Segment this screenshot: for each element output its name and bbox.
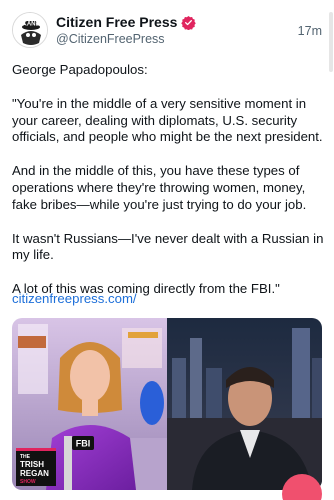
show-logo-line: SHOW	[20, 479, 36, 485]
display-name[interactable]: Citizen Free Press	[56, 14, 177, 30]
fbi-badge: FBI	[72, 436, 94, 450]
post-paragraph: "You're in the middle of a very sensitiv…	[12, 95, 323, 145]
post-card[interactable]: KANE Citizen Free Press @CitizenFreePres…	[0, 0, 334, 500]
post-paragraph: George Papadopoulos:	[12, 62, 148, 77]
post-header: KANE Citizen Free Press @CitizenFreePres…	[12, 12, 322, 52]
post-body: George Papadopoulos: "You're in the midd…	[12, 62, 324, 315]
user-handle[interactable]: @CitizenFreePress	[56, 32, 165, 46]
avatar[interactable]: KANE	[12, 12, 48, 48]
verified-badge-icon	[181, 15, 197, 30]
video-frame: FBI THE TRISH REGAN SHOW	[12, 318, 322, 490]
scrollbar[interactable]	[329, 12, 333, 72]
show-logo-line: TRISH	[20, 460, 44, 469]
post-paragraph: It wasn't Russians—I've never dealt with…	[12, 230, 328, 263]
post-video-thumbnail[interactable]: FBI THE TRISH REGAN SHOW	[12, 318, 322, 490]
fbi-badge-text: FBI	[76, 439, 91, 449]
post-link[interactable]: citizenfreepress.com/	[12, 291, 137, 306]
avatar-text: KANE	[22, 22, 39, 28]
post-paragraph: And in the middle of this, you have thes…	[12, 163, 309, 212]
show-logo-line: REGAN	[20, 469, 49, 478]
name-row: Citizen Free Press	[56, 14, 197, 30]
post-timestamp[interactable]: 17m	[298, 24, 322, 38]
right-video-panel	[167, 318, 322, 490]
avatar-image: KANE	[13, 13, 47, 47]
show-logo: THE TRISH REGAN SHOW	[16, 448, 56, 486]
